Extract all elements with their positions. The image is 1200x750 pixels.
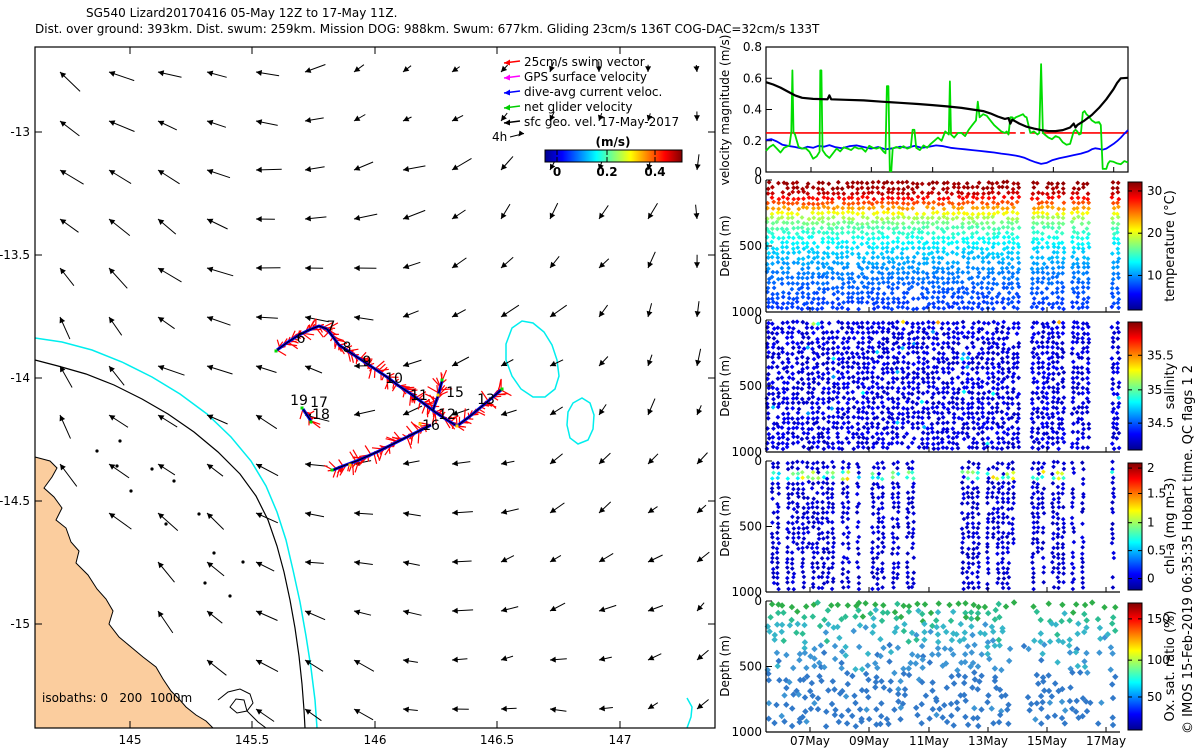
date-tick-label: 17May bbox=[1086, 734, 1126, 748]
legend-item-label: net glider velocity bbox=[524, 100, 632, 114]
colorbar-title-oxygen: Ox. sat. ratio (%) bbox=[1163, 611, 1178, 722]
colorbar-tick: 1 bbox=[1147, 516, 1155, 530]
depth-tick: 500 bbox=[739, 379, 762, 393]
map-lat-tick: -14 bbox=[10, 371, 30, 385]
waypoint-label: 18 bbox=[312, 407, 330, 423]
map-colorbar-tick: 0.4 bbox=[644, 165, 665, 179]
colorbar-title-chla: chl-a (mg m-3) bbox=[1163, 478, 1178, 575]
figure-canvas: 6789101112131516171819 145 145.5 146 146.5 1… bbox=[0, 6, 1196, 748]
waypoint-label: 11 bbox=[410, 388, 428, 404]
map-legend: 25cm/s swim vectorGPS surface velocitydi… bbox=[503, 55, 683, 179]
velocity-ytick: 0.4 bbox=[743, 103, 762, 117]
colorbar-tick: 34.5 bbox=[1147, 416, 1174, 430]
waypoint-label: 16 bbox=[422, 418, 440, 434]
date-axis: 07May 09May 11May 13May 15May 17May bbox=[790, 734, 1126, 748]
glider-track: 6789101112131516171819 bbox=[274, 318, 512, 478]
waypoint-label: 12 bbox=[438, 407, 456, 423]
velocity-ytick: 0.8 bbox=[743, 40, 762, 54]
date-tick-label: 09May bbox=[849, 734, 889, 748]
depth-tick: 0 bbox=[754, 594, 762, 608]
depth-tick: 0 bbox=[754, 173, 762, 187]
velocity-ylabel: velocity magnitude (m/s) bbox=[718, 35, 732, 186]
map-lat-tick: -15 bbox=[10, 617, 30, 631]
waypoint-label: 15 bbox=[446, 385, 464, 401]
depth-tick: 1000 bbox=[731, 725, 762, 739]
oxygen-panel: 0 500 1000 bbox=[731, 594, 1120, 739]
depth-tick: 500 bbox=[739, 239, 762, 253]
date-tick-label: 07May bbox=[790, 734, 830, 748]
temperature-panel: 05001000 bbox=[731, 173, 1122, 319]
date-tick-label: 15May bbox=[1027, 734, 1067, 748]
velocity-ytick: 0.6 bbox=[743, 71, 762, 85]
figure-subtitle: Dist. over ground: 393km. Dist. swum: 25… bbox=[35, 22, 820, 36]
colorbar-title-temperature: temperature (°C) bbox=[1163, 190, 1178, 302]
legend-item-label: GPS surface velocity bbox=[524, 70, 647, 84]
map-lat-tick: -13 bbox=[10, 125, 30, 139]
depth-tick: 500 bbox=[739, 660, 762, 674]
colorbar-tick: 50 bbox=[1147, 690, 1162, 704]
chla-panel: 05001000 bbox=[731, 454, 1120, 599]
map-lon-tick: 146 bbox=[364, 733, 387, 747]
map-lon-tick: 145 bbox=[119, 733, 142, 747]
waypoint-label: 10 bbox=[385, 371, 403, 387]
colorbar-title-salinity: salinity bbox=[1163, 362, 1178, 409]
salinity-panel: 05001000 bbox=[731, 313, 1122, 459]
velocity-ytick: 0.2 bbox=[743, 134, 762, 148]
velocity-panel: 00.20.40.60.8 bbox=[743, 40, 1129, 179]
depth-tick: 500 bbox=[739, 520, 762, 534]
depth-tick: 0 bbox=[754, 454, 762, 468]
map-colorbar-title: (m/s) bbox=[596, 135, 631, 149]
colorbar-tick: 35.5 bbox=[1147, 348, 1174, 362]
waypoint-label: 8 bbox=[343, 340, 352, 356]
legend-item-label: 25cm/s swim vector bbox=[524, 55, 645, 69]
legend-item-label: sfc geo. vel. 17-May-2017 bbox=[524, 115, 679, 129]
waypoint-label: 19 bbox=[290, 393, 308, 409]
isobaths-label: isobaths: 0 200 1000m bbox=[42, 691, 192, 705]
date-tick-label: 11May bbox=[909, 734, 949, 748]
depth-label-temperature: Depth (m) bbox=[718, 215, 732, 276]
figure-title: SG540 Lizard20170416 05-May 12Z to 17-Ma… bbox=[86, 6, 397, 20]
waypoint-label: 9 bbox=[363, 354, 372, 370]
colorbar-tick: 2 bbox=[1147, 461, 1155, 475]
waypoint-label: 6 bbox=[297, 331, 306, 347]
waypoint-label: 7 bbox=[327, 319, 336, 335]
waypoint-label: 13 bbox=[477, 392, 495, 408]
map-colorbar-tick: 0 bbox=[553, 165, 561, 179]
depth-tick: 0 bbox=[754, 313, 762, 327]
map-lat-tick: -13.5 bbox=[0, 248, 30, 262]
colorbar-tick: 35 bbox=[1147, 383, 1162, 397]
map-colorbar-tick: 0.2 bbox=[596, 165, 617, 179]
map-lon-tick: 145.5 bbox=[235, 733, 269, 747]
depth-label-oxygen: Depth (m) bbox=[718, 635, 732, 696]
map-lon-tick: 146.5 bbox=[480, 733, 514, 747]
depth-label-salinity: Depth (m) bbox=[718, 355, 732, 416]
glider-mission-figure: 6 7 8 9 10 11 12 13 15 16 17 18 19 145 145.5 146 146.5 1… bbox=[0, 0, 1200, 750]
colorbar-tick: 20 bbox=[1147, 226, 1162, 240]
map-scale-label: 4h bbox=[492, 130, 507, 144]
depth-label-chla: Depth (m) bbox=[718, 495, 732, 556]
date-tick-label: 13May bbox=[968, 734, 1008, 748]
legend-item-label: dive-avg current veloc. bbox=[524, 85, 662, 99]
attribution: © IMOS 15-Feb-2019 06:35:35 Hobart time.… bbox=[1181, 365, 1196, 734]
colorbar-tick: 0 bbox=[1147, 572, 1155, 586]
map-lon-tick: 147 bbox=[609, 733, 632, 747]
colorbar-tick: 10 bbox=[1147, 268, 1162, 282]
map-lat-tick: -14.5 bbox=[0, 494, 30, 508]
colorbar-tick: 30 bbox=[1147, 184, 1162, 198]
